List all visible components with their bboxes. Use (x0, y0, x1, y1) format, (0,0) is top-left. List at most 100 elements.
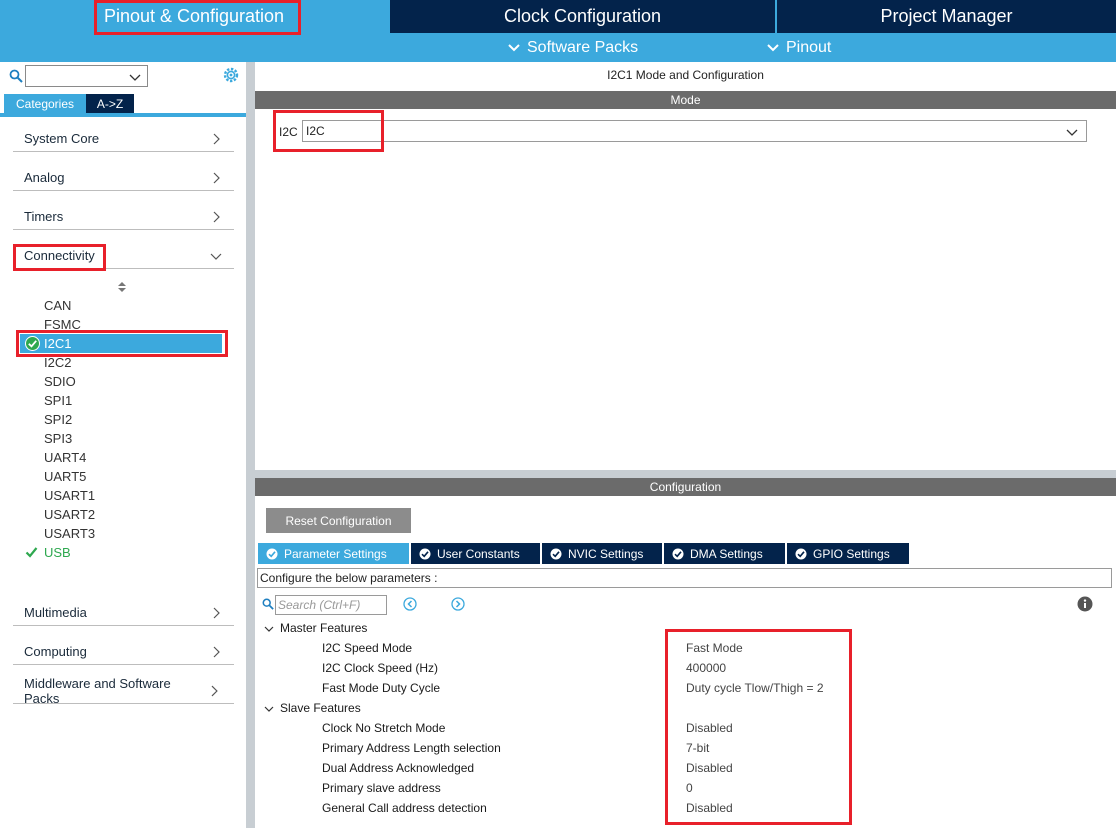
chevron-down-icon[interactable] (264, 704, 274, 714)
param-name[interactable]: Dual Address Acknowledged (322, 758, 474, 778)
category-system-core[interactable]: System Core (13, 126, 234, 152)
list-item-can[interactable]: CAN (44, 296, 71, 315)
category-middleware[interactable]: Middleware and Software Packs (13, 676, 234, 706)
category-search-combo[interactable] (25, 65, 148, 87)
category-computing[interactable]: Computing (13, 639, 234, 665)
configuration-tabs: Parameter Settings User Constants NVIC S… (258, 543, 911, 564)
menu-software-packs[interactable]: Software Packs (507, 35, 638, 60)
category-label: Analog (24, 170, 65, 185)
chevron-right-icon (211, 685, 218, 696)
param-name[interactable]: Clock No Stretch Mode (322, 718, 445, 738)
tab-gpio-settings[interactable]: GPIO Settings (787, 543, 909, 564)
tab-label: Parameter Settings (284, 546, 387, 561)
tab-nvic-settings[interactable]: NVIC Settings (542, 543, 662, 564)
param-name[interactable]: General Call address detection (322, 798, 487, 818)
param-value[interactable]: Fast Mode (686, 638, 743, 658)
list-item-fsmc[interactable]: FSMC (44, 315, 81, 334)
param-value[interactable]: Duty cycle Tlow/Thigh = 2 (686, 678, 824, 698)
group-slave-features[interactable]: Slave Features (280, 698, 361, 718)
category-analog[interactable]: Analog (13, 165, 234, 191)
category-view-tabs: Categories A->Z (4, 94, 134, 113)
param-name[interactable]: Fast Mode Duty Cycle (322, 678, 440, 698)
tab-categories[interactable]: Categories (4, 94, 86, 113)
list-item-usb[interactable]: USB (44, 543, 71, 562)
chevron-down-icon (767, 43, 779, 51)
chevron-down-icon (508, 43, 520, 51)
param-value[interactable]: 7-bit (686, 738, 709, 758)
panel-splitter-horizontal[interactable] (255, 470, 1116, 478)
parameter-search-input[interactable]: Search (Ctrl+F) (275, 595, 387, 615)
i2c-mode-select[interactable]: I2C (302, 120, 1087, 142)
sort-icon[interactable] (118, 282, 126, 292)
chevron-down-icon (129, 74, 141, 81)
menu-pinout[interactable]: Pinout (766, 35, 831, 60)
info-icon[interactable] (1077, 596, 1093, 612)
param-value[interactable]: 400000 (686, 658, 726, 678)
param-value[interactable]: Disabled (686, 758, 733, 778)
tab-clock-configuration[interactable]: Clock Configuration (390, 0, 775, 33)
tab-parameter-settings[interactable]: Parameter Settings (258, 543, 409, 564)
category-label: Computing (24, 644, 87, 659)
tab-label: GPIO Settings (813, 546, 890, 561)
search-icon (262, 598, 274, 610)
list-item-uart5[interactable]: UART5 (44, 467, 86, 486)
category-connectivity[interactable]: Connectivity (13, 243, 234, 269)
configuration-section-header: Configuration (255, 478, 1116, 496)
tab-label: NVIC Settings (568, 546, 644, 561)
next-match-icon[interactable] (451, 597, 465, 611)
list-item-usart3[interactable]: USART3 (44, 524, 95, 543)
menu-pinout-label: Pinout (786, 38, 832, 56)
param-value[interactable]: 0 (686, 778, 693, 798)
category-tabs-underline (0, 113, 246, 117)
param-name[interactable]: I2C Clock Speed (Hz) (322, 658, 438, 678)
chevron-right-icon (213, 211, 220, 222)
list-item-usart2[interactable]: USART2 (44, 505, 95, 524)
configuration-panel: Configuration Reset Configuration Parame… (255, 478, 1116, 828)
search-icon (9, 69, 23, 83)
list-item-spi2[interactable]: SPI2 (44, 410, 72, 429)
check-circle-icon (550, 548, 562, 559)
check-circle-icon (25, 336, 40, 351)
group-master-features[interactable]: Master Features (280, 618, 367, 638)
list-item-i2c2[interactable]: I2C2 (44, 353, 71, 372)
list-item-sdio[interactable]: SDIO (44, 372, 76, 391)
category-multimedia[interactable]: Multimedia (13, 600, 234, 626)
category-label: Connectivity (24, 248, 95, 263)
tab-project-manager[interactable]: Project Manager (777, 0, 1116, 33)
app-window: Pinout & Configuration Clock Configurati… (0, 0, 1116, 828)
tab-pinout-configuration[interactable]: Pinout & Configuration (0, 0, 388, 33)
tab-pinout-label: Pinout & Configuration (103, 6, 285, 26)
list-item-spi1[interactable]: SPI1 (44, 391, 72, 410)
list-item-usart1[interactable]: USART1 (44, 486, 95, 505)
list-item-i2c1[interactable]: I2C1 (44, 334, 71, 353)
param-value[interactable]: Disabled (686, 798, 733, 818)
category-label: Timers (24, 209, 64, 224)
chevron-right-icon (213, 172, 220, 183)
tab-dma-settings[interactable]: DMA Settings (664, 543, 785, 564)
previous-match-icon[interactable] (403, 597, 417, 611)
panel-splitter-vertical[interactable] (246, 62, 255, 828)
param-name[interactable]: Primary slave address (322, 778, 441, 798)
mode-field-label: I2C (279, 125, 298, 139)
chevron-down-icon (1066, 129, 1078, 136)
category-timers[interactable]: Timers (13, 204, 234, 230)
tab-user-constants[interactable]: User Constants (411, 543, 540, 564)
check-circle-icon (419, 548, 431, 559)
menu-software-packs-label: Software Packs (527, 38, 639, 56)
configuration-description: Configure the below parameters : (257, 568, 1112, 588)
reset-configuration-button[interactable]: Reset Configuration (266, 508, 411, 533)
chevron-right-icon (213, 646, 220, 657)
param-value[interactable]: Disabled (686, 718, 733, 738)
check-icon (25, 547, 38, 558)
top-navigation-bar: Pinout & Configuration Clock Configurati… (0, 0, 1116, 62)
check-circle-icon (672, 548, 684, 559)
list-item-uart4[interactable]: UART4 (44, 448, 86, 467)
chevron-right-icon (213, 133, 220, 144)
list-item-spi3[interactable]: SPI3 (44, 429, 72, 448)
tab-a-to-z[interactable]: A->Z (86, 94, 134, 113)
param-name[interactable]: Primary Address Length selection (322, 738, 501, 758)
param-name[interactable]: I2C Speed Mode (322, 638, 412, 658)
i2c-mode-value: I2C (306, 124, 325, 138)
chevron-down-icon[interactable] (264, 624, 274, 634)
gear-icon[interactable] (222, 66, 240, 84)
